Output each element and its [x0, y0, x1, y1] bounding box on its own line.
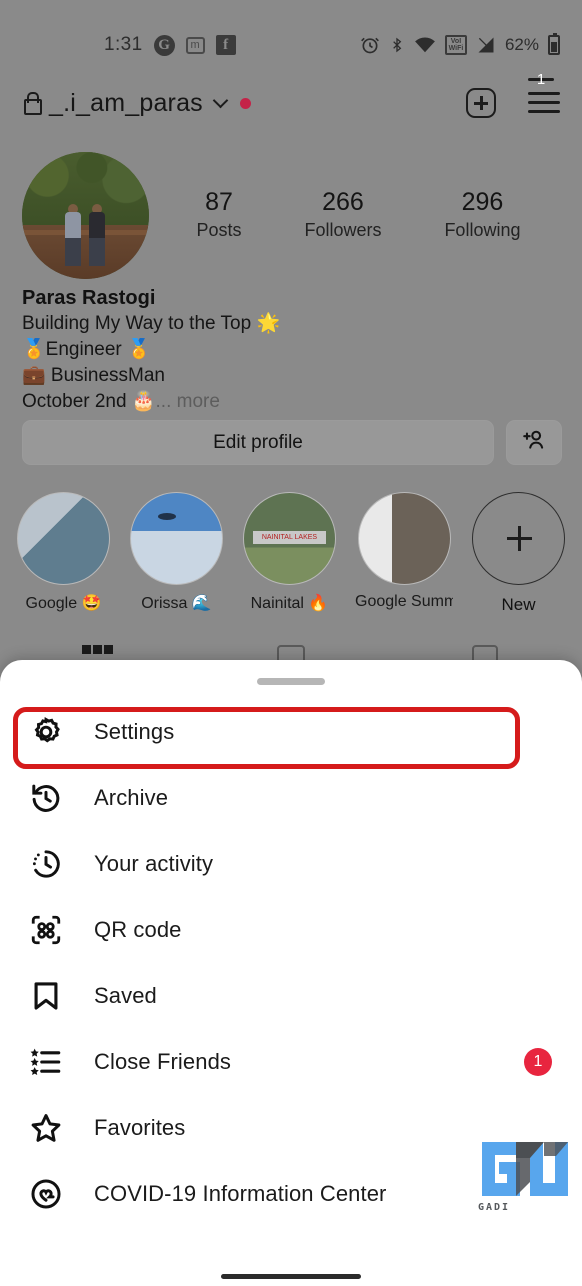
wifi-icon	[414, 36, 436, 54]
covid-heart-icon	[26, 1177, 66, 1211]
menu-item-settings[interactable]: Settings	[0, 699, 582, 765]
highlight-cover	[357, 492, 451, 585]
close-friends-list-icon	[26, 1045, 66, 1079]
bio-birthday: October 2nd 🎂... more	[22, 389, 442, 415]
menu-badge: 1	[528, 71, 554, 88]
avatar[interactable]	[22, 151, 149, 279]
menu-item-label: QR code	[94, 917, 182, 942]
stat-posts[interactable]: 87 Posts	[196, 187, 241, 243]
status-bar-right: VoI WiFi 62%	[360, 33, 560, 55]
menu-item-archive[interactable]: Archive	[0, 765, 582, 831]
hamburger-icon[interactable]: 1	[528, 71, 560, 114]
plus-circle-icon	[472, 492, 565, 585]
display-name: Paras Rastogi	[22, 287, 156, 309]
highlight-cover	[17, 492, 110, 585]
highlight-new-label: New	[501, 595, 536, 614]
highlight-cover	[130, 492, 223, 585]
vowifi-bottom: WiFi	[448, 45, 464, 52]
followers-label: Followers	[304, 220, 382, 240]
menu-item-qr-code[interactable]: QR code	[0, 897, 582, 963]
activity-clock-icon	[26, 847, 66, 881]
stat-followers[interactable]: 266 Followers	[304, 187, 381, 243]
highlight-label: Google 🤩	[25, 595, 102, 612]
star-icon	[26, 1111, 66, 1145]
posts-label: Posts	[196, 220, 242, 240]
close-friends-badge: 1	[524, 1048, 552, 1076]
alarm-icon	[360, 35, 380, 55]
following-count: 296	[461, 188, 504, 216]
highlight-label: Orissa 🌊	[141, 595, 212, 612]
add-person-icon	[521, 427, 547, 458]
status-bar-left: 1:31 G m f	[104, 34, 236, 56]
gear-icon	[26, 715, 66, 749]
profile-bio: Paras Rastogi Building My Way to the Top…	[22, 285, 442, 415]
archive-clock-icon	[26, 781, 66, 815]
highlight-google-summit[interactable]: Google Summi…	[355, 492, 453, 615]
add-person-button[interactable]	[506, 420, 562, 465]
stat-following[interactable]: 296 Following	[444, 187, 520, 243]
menu-item-label: COVID-19 Information Center	[94, 1181, 387, 1206]
menu-item-label: Close Friends	[94, 1049, 232, 1074]
menu-item-label: Saved	[94, 983, 157, 1008]
signal-icon	[476, 35, 496, 55]
battery-icon	[548, 33, 560, 55]
more-link[interactable]: ... more	[156, 391, 220, 412]
watermark-text: GADI	[478, 1202, 511, 1213]
qr-code-icon	[26, 913, 66, 947]
birthday-text: October 2nd 🎂	[22, 391, 156, 412]
vowifi-top: VoI	[450, 38, 462, 45]
phone-screenshot: 1:31 G m f VoI WiFi 62% _.i_am_paras 1 8…	[0, 0, 582, 1286]
bio-line-2: 🏅Engineer 🏅	[22, 339, 151, 360]
menu-item-label: Your activity	[94, 851, 214, 876]
highlight-new[interactable]: New	[471, 492, 566, 615]
stats-group: 87 Posts 266 Followers 296 Following	[165, 187, 560, 243]
status-bar: 1:31 G m f VoI WiFi 62%	[0, 24, 582, 66]
menu-item-label: Favorites	[94, 1115, 186, 1140]
story-highlights: Google 🤩 Orissa 🌊 Nainital 🔥 Google Summ…	[0, 492, 582, 615]
battery-percent: 62%	[504, 35, 539, 54]
menu-item-close-friends[interactable]: Close Friends 1	[0, 1029, 582, 1095]
bluetooth-icon	[389, 35, 405, 55]
profile-header: _.i_am_paras 1	[0, 71, 582, 131]
header-actions: 1	[466, 71, 560, 118]
watermark: GADI	[478, 1138, 568, 1216]
bio-line-1: Building My Way to the Top 🌟	[22, 313, 281, 334]
red-dot	[239, 97, 251, 109]
m-icon: m	[185, 36, 205, 54]
menu-item-label: Settings	[94, 719, 175, 744]
google-icon: G	[153, 34, 175, 56]
facebook-icon: f	[215, 35, 236, 55]
lock-icon	[22, 92, 42, 115]
highlight-label: Google Summi…	[355, 593, 453, 610]
status-time: 1:31	[104, 34, 143, 55]
following-label: Following	[444, 220, 521, 240]
highlight-label: Nainital 🔥	[250, 595, 329, 612]
instagram-profile-background: 1:31 G m f VoI WiFi 62% _.i_am_paras 1 8…	[0, 0, 582, 700]
username-label[interactable]: _.i_am_paras	[49, 89, 203, 118]
vowifi-icon: VoI WiFi	[444, 35, 467, 55]
menu-item-your-activity[interactable]: Your activity	[0, 831, 582, 897]
drag-handle[interactable]	[257, 678, 325, 685]
profile-stats-row: 87 Posts 266 Followers 296 Following	[0, 150, 582, 280]
highlight-orissa[interactable]: Orissa 🌊	[129, 492, 224, 615]
gu-logo	[482, 1142, 568, 1196]
highlight-cover	[243, 492, 336, 585]
profile-action-buttons: Edit profile	[22, 420, 562, 465]
highlight-nainital[interactable]: Nainital 🔥	[242, 492, 337, 615]
bookmark-icon	[26, 979, 66, 1013]
menu-item-saved[interactable]: Saved	[0, 963, 582, 1029]
menu-item-label: Archive	[94, 785, 169, 810]
plus-box-icon[interactable]	[466, 88, 496, 118]
posts-count: 87	[205, 188, 233, 216]
gesture-bar[interactable]	[221, 1274, 361, 1279]
bio-line-3: 💼 BusinessMan	[22, 365, 165, 386]
highlight-google[interactable]: Google 🤩	[16, 492, 111, 615]
chevron-down-icon[interactable]	[212, 92, 229, 108]
edit-profile-button[interactable]: Edit profile	[22, 420, 494, 465]
followers-count: 266	[322, 188, 364, 216]
